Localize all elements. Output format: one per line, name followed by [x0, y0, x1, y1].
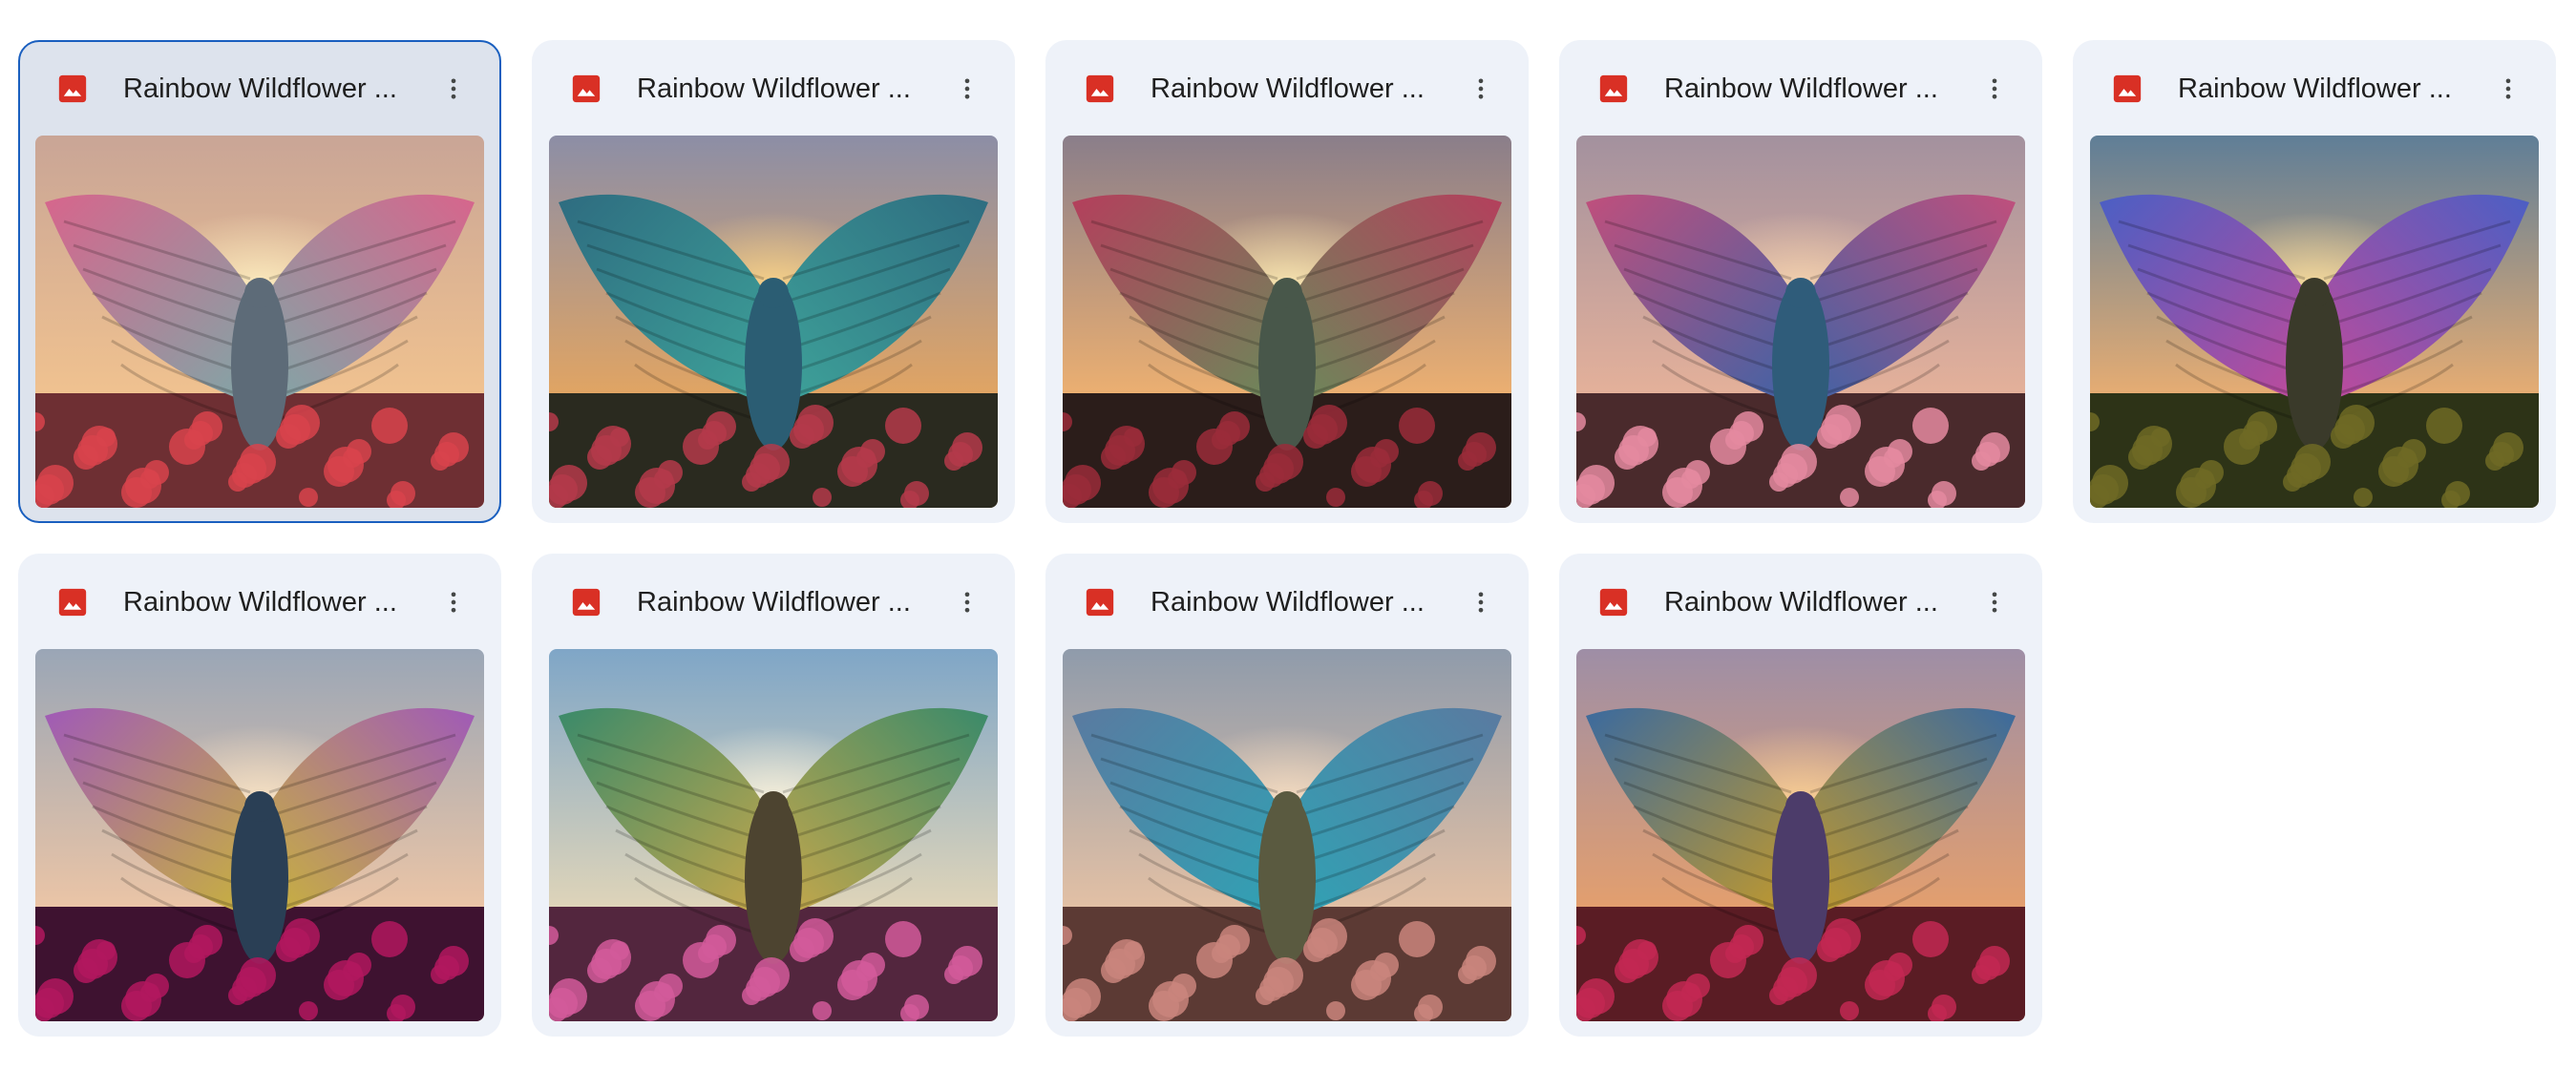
file-card[interactable]: Rainbow Wildflower ... — [2073, 40, 2556, 523]
file-title[interactable]: Rainbow Wildflower ... — [637, 73, 923, 105]
file-thumbnail[interactable] — [1063, 136, 1511, 508]
file-card[interactable]: Rainbow Wildflower ... — [1559, 554, 2042, 1037]
image-file-icon — [1084, 73, 1116, 105]
file-card[interactable]: Rainbow Wildflower ... — [1045, 40, 1529, 523]
more-vert-icon[interactable] — [1462, 70, 1500, 108]
file-card-header: Rainbow Wildflower ... — [1047, 555, 1527, 649]
image-file-icon — [56, 73, 89, 105]
more-vert-icon[interactable] — [434, 70, 473, 108]
more-vert-icon[interactable] — [1975, 70, 2014, 108]
file-title[interactable]: Rainbow Wildflower ... — [637, 587, 923, 618]
image-file-icon — [1597, 73, 1630, 105]
more-vert-icon[interactable] — [1975, 583, 2014, 621]
file-thumbnail[interactable] — [35, 136, 484, 508]
file-title[interactable]: Rainbow Wildflower ... — [1664, 587, 1951, 618]
file-title[interactable]: Rainbow Wildflower ... — [1151, 73, 1437, 105]
image-file-icon — [570, 586, 602, 618]
more-vert-icon[interactable] — [2489, 70, 2527, 108]
more-vert-icon[interactable] — [948, 70, 986, 108]
more-vert-icon[interactable] — [1462, 583, 1500, 621]
file-thumbnail[interactable] — [2090, 136, 2539, 508]
file-thumbnail[interactable] — [1063, 649, 1511, 1021]
file-title[interactable]: Rainbow Wildflower ... — [1664, 73, 1951, 105]
more-vert-icon[interactable] — [948, 583, 986, 621]
file-card[interactable]: Rainbow Wildflower ... — [1045, 554, 1529, 1037]
file-card-header: Rainbow Wildflower ... — [1561, 555, 2040, 649]
file-card[interactable]: Rainbow Wildflower ... — [18, 554, 501, 1037]
file-card-header: Rainbow Wildflower ... — [534, 42, 1013, 136]
more-vert-icon[interactable] — [434, 583, 473, 621]
image-file-icon — [570, 73, 602, 105]
file-thumbnail[interactable] — [1576, 136, 2025, 508]
file-card-header: Rainbow Wildflower ... — [1047, 42, 1527, 136]
file-title[interactable]: Rainbow Wildflower ... — [1151, 587, 1437, 618]
file-card-header: Rainbow Wildflower ... — [2075, 42, 2554, 136]
image-file-icon — [1084, 586, 1116, 618]
file-title[interactable]: Rainbow Wildflower ... — [123, 73, 410, 105]
file-thumbnail[interactable] — [549, 649, 998, 1021]
file-thumbnail[interactable] — [35, 649, 484, 1021]
file-title[interactable]: Rainbow Wildflower ... — [123, 587, 410, 618]
file-thumbnail[interactable] — [1576, 649, 2025, 1021]
file-card[interactable]: Rainbow Wildflower ... — [18, 40, 501, 523]
file-grid: Rainbow Wildflower ... Rainbow Wildflower… — [18, 40, 2556, 1037]
image-file-icon — [2111, 73, 2143, 105]
file-card[interactable]: Rainbow Wildflower ... — [532, 40, 1015, 523]
image-file-icon — [1597, 586, 1630, 618]
file-card-header: Rainbow Wildflower ... — [534, 555, 1013, 649]
file-card-header: Rainbow Wildflower ... — [20, 42, 499, 136]
image-file-icon — [56, 586, 89, 618]
file-card[interactable]: Rainbow Wildflower ... — [532, 554, 1015, 1037]
file-thumbnail[interactable] — [549, 136, 998, 508]
file-card-header: Rainbow Wildflower ... — [20, 555, 499, 649]
file-title[interactable]: Rainbow Wildflower ... — [2178, 73, 2464, 105]
file-card-header: Rainbow Wildflower ... — [1561, 42, 2040, 136]
file-card[interactable]: Rainbow Wildflower ... — [1559, 40, 2042, 523]
